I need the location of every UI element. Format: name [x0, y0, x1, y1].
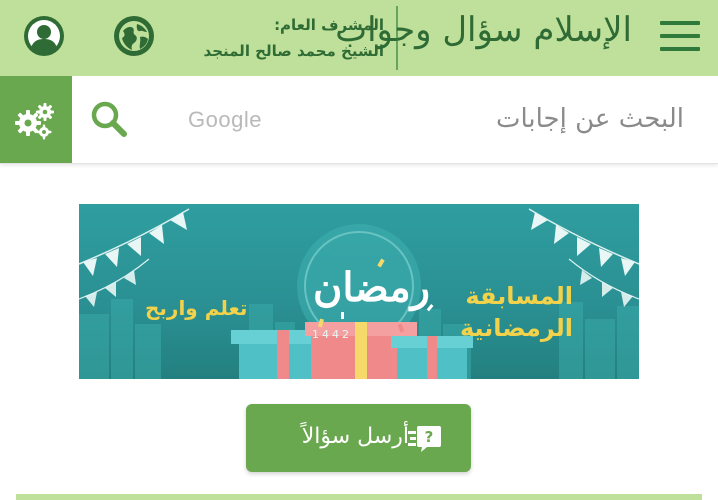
gears-icon[interactable] [0, 76, 72, 163]
banner-year: 1442 [312, 328, 352, 341]
ask-question-label: أرسل سؤالاً [301, 424, 409, 449]
search-icon[interactable] [88, 98, 130, 140]
supervisor-name: الشيخ محمد صالح المنجد [203, 42, 384, 60]
svg-text:?: ? [425, 428, 434, 446]
header-divider [396, 6, 398, 70]
supervisor-info: المشرف العام: الشيخ محمد صالح المنجد [204, 12, 384, 64]
search-bar: Google [0, 76, 718, 164]
ask-question-button[interactable]: ? أرسل سؤالاً [246, 404, 471, 472]
supervisor-title: المشرف العام: [274, 16, 384, 34]
banner-slogan: تعلم واربح [145, 296, 248, 320]
banner-title: المسابقة الرمضانية [460, 280, 573, 344]
ramadan-contest-banner[interactable]: رمضان 1442 المسابقة الرمضانية تعلم واربح [79, 204, 639, 379]
site-logo[interactable]: الإسلام سؤال وجواب [335, 6, 632, 68]
banner-title-line2: الرمضانية [459, 314, 573, 342]
user-icon[interactable] [23, 15, 65, 57]
search-input[interactable] [280, 94, 684, 144]
banner-ramadan-calligraphy: رمضان [313, 264, 430, 311]
google-branding: Google [188, 107, 262, 132]
question-chat-icon: ? [408, 423, 442, 453]
app-header: الإسلام سؤال وجواب المشرف العام: الشيخ م… [0, 0, 718, 76]
banner-title-line1: المسابقة [465, 282, 573, 310]
globe-icon[interactable] [113, 15, 155, 57]
section-divider [16, 494, 702, 500]
hamburger-menu-icon[interactable] [660, 19, 700, 53]
